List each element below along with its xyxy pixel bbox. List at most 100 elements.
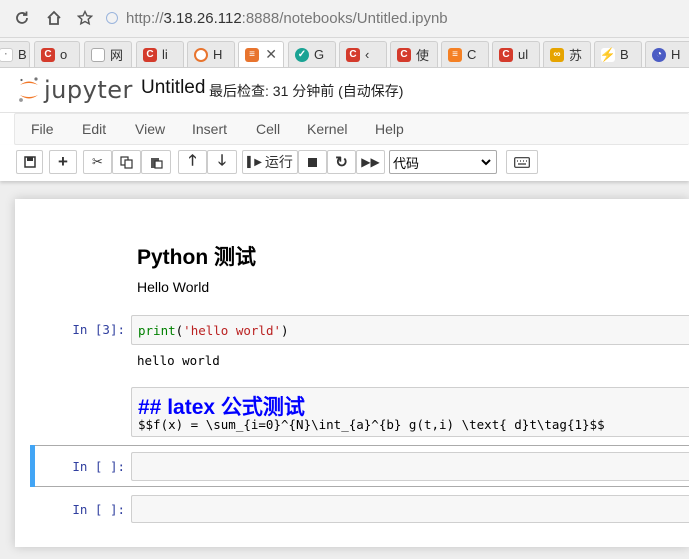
menubar-container: File Edit View Insert Cell Kernel Help bbox=[0, 112, 689, 145]
tab-label: G bbox=[314, 47, 325, 62]
copy-button[interactable] bbox=[112, 150, 141, 174]
tab-label: H bbox=[671, 47, 681, 62]
csdn-icon: C bbox=[346, 47, 360, 62]
globe-icon bbox=[106, 12, 118, 24]
scissors-icon: ✂ bbox=[92, 154, 103, 169]
save-button[interactable] bbox=[16, 150, 43, 174]
jupyter-logo[interactable]: jupyter bbox=[18, 76, 133, 104]
jupyter-header: jupyter Untitled 最后检查: 31 分钟前 (自动保存) bbox=[0, 68, 689, 112]
fast-forward-icon: ▶▶ bbox=[361, 155, 380, 169]
command-palette-button[interactable] bbox=[506, 150, 538, 174]
tab-label: H bbox=[213, 47, 223, 62]
tab-label: ‹ bbox=[365, 47, 370, 62]
menu-insert[interactable]: Insert bbox=[192, 121, 227, 137]
markdown-raw-latex: $$f(x) = \sum_{i=0}^{N}\int_{a}^{b} g(t,… bbox=[138, 417, 605, 432]
run-button[interactable]: ▌▶ 运行 bbox=[242, 150, 298, 174]
menu-view[interactable]: View bbox=[135, 121, 165, 137]
stackoverflow-icon: ≡ bbox=[448, 47, 462, 62]
close-tab-icon[interactable]: ✕ bbox=[265, 46, 277, 63]
browser-tab[interactable]: C 使 bbox=[390, 41, 438, 67]
browser-tab-strip: · B C o 网 C li H ≡ ✕ ✓ G C ‹ C 使 ≡ C C u… bbox=[0, 38, 689, 68]
browser-tab[interactable]: ✓ G bbox=[288, 41, 336, 67]
browser-tab[interactable]: C o bbox=[34, 41, 80, 67]
tab-label: 使 bbox=[416, 48, 430, 63]
run-label: 运行 bbox=[264, 154, 293, 170]
browser-tab[interactable]: C li bbox=[136, 41, 184, 67]
browser-tab[interactable]: ∞ 苏 bbox=[543, 41, 591, 67]
url-path: :8888/notebooks/Untitled.ipynb bbox=[241, 9, 448, 27]
logo-text: jupyter bbox=[44, 76, 133, 104]
home-icon[interactable] bbox=[44, 8, 64, 28]
cell-output: hello world bbox=[137, 353, 220, 368]
toolbar: + ✂ 🡑 🡓 ▌▶ 运行 ↻ ▶▶ bbox=[0, 145, 689, 181]
stop-icon bbox=[308, 157, 317, 167]
menubar: File Edit View Insert Cell Kernel Help bbox=[14, 113, 689, 145]
move-up-button[interactable]: 🡑 bbox=[178, 150, 207, 174]
plus-icon: + bbox=[58, 152, 68, 171]
arrow-up-icon: 🡑 bbox=[188, 151, 197, 169]
tab-label: C bbox=[467, 47, 477, 62]
chevron-down-icon bbox=[481, 159, 491, 166]
browser-tab[interactable]: ≡ C bbox=[441, 41, 489, 67]
url-field[interactable]: http://3.18.26.112:8888/notebooks/Untitl… bbox=[106, 7, 448, 29]
menu-help[interactable]: Help bbox=[375, 121, 404, 137]
url-prefix: http:// bbox=[126, 9, 164, 27]
menu-kernel[interactable]: Kernel bbox=[307, 121, 347, 137]
input-prompt: In [3]: bbox=[72, 322, 125, 337]
notebook-name[interactable]: Untitled bbox=[141, 77, 205, 99]
tab-label: li bbox=[162, 47, 168, 62]
cell-type-select[interactable]: 代码 bbox=[389, 150, 497, 174]
tab-label: ul bbox=[518, 47, 529, 62]
reload-icon[interactable] bbox=[12, 8, 32, 28]
code-paren-close: ) bbox=[281, 323, 289, 338]
page-icon bbox=[91, 47, 105, 62]
browser-tab[interactable]: H bbox=[187, 41, 235, 67]
menu-cell[interactable]: Cell bbox=[256, 121, 280, 137]
browser-tab[interactable]: C ul bbox=[492, 41, 540, 67]
step-forward-icon: ▌▶ bbox=[247, 156, 262, 168]
refresh-icon: ↻ bbox=[335, 154, 348, 171]
markdown-cell-editor[interactable]: ## latex 公式测试 $$f(x) = \sum_{i=0}^{N}\in… bbox=[131, 387, 689, 437]
book-icon: ≡ bbox=[245, 47, 259, 62]
bird-icon: ✓ bbox=[295, 47, 309, 62]
move-down-button[interactable]: 🡓 bbox=[207, 150, 237, 174]
browser-tab[interactable]: C ‹ bbox=[339, 41, 387, 67]
interrupt-button[interactable] bbox=[298, 150, 327, 174]
bookmark-star-icon[interactable] bbox=[75, 8, 95, 28]
code-cell-editor[interactable]: print('hello world') bbox=[131, 315, 689, 345]
input-prompt: In [ ]: bbox=[72, 459, 125, 474]
markdown-heading[interactable]: Python 测试 bbox=[137, 241, 256, 271]
csdn-icon: C bbox=[143, 47, 157, 62]
notebook-container: Python 测试 Hello World In [3]: print('hel… bbox=[15, 199, 689, 547]
tab-label: B bbox=[620, 47, 629, 62]
menu-file[interactable]: File bbox=[31, 121, 54, 137]
jupyter-logo-icon bbox=[19, 77, 38, 102]
copy-icon bbox=[120, 155, 133, 169]
cut-button[interactable]: ✂ bbox=[83, 150, 112, 174]
browser-tab[interactable]: 网 bbox=[84, 41, 132, 67]
markdown-text[interactable]: Hello World bbox=[137, 279, 209, 295]
bolt-icon: ⚡ bbox=[599, 46, 617, 62]
browser-tab[interactable]: ⚡ B bbox=[594, 41, 642, 67]
browser-tab[interactable]: · B bbox=[0, 41, 30, 67]
csdn-icon: C bbox=[41, 47, 55, 62]
paste-button[interactable] bbox=[141, 150, 171, 174]
browser-tab[interactable]: ◔ H bbox=[645, 41, 689, 67]
browser-tab-active[interactable]: ≡ ✕ bbox=[238, 41, 284, 67]
empty-code-cell[interactable] bbox=[131, 495, 689, 523]
input-prompt: In [ ]: bbox=[72, 502, 125, 517]
tab-label: 网 bbox=[110, 48, 124, 63]
empty-code-cell[interactable] bbox=[131, 452, 689, 481]
restart-run-all-button[interactable]: ▶▶ bbox=[356, 150, 385, 174]
menu-edit[interactable]: Edit bbox=[82, 121, 106, 137]
code-builtin: print bbox=[138, 323, 176, 338]
arrow-down-icon: 🡓 bbox=[218, 151, 226, 169]
gauge-icon: ◔ bbox=[652, 47, 666, 62]
insert-cell-button[interactable]: + bbox=[49, 150, 77, 174]
tab-label: 苏 bbox=[569, 48, 583, 63]
restart-button[interactable]: ↻ bbox=[327, 150, 356, 174]
infinity-icon: ∞ bbox=[550, 47, 564, 62]
csdn-icon: C bbox=[397, 47, 411, 62]
page-icon: · bbox=[0, 47, 13, 62]
csdn-icon: C bbox=[499, 47, 513, 62]
